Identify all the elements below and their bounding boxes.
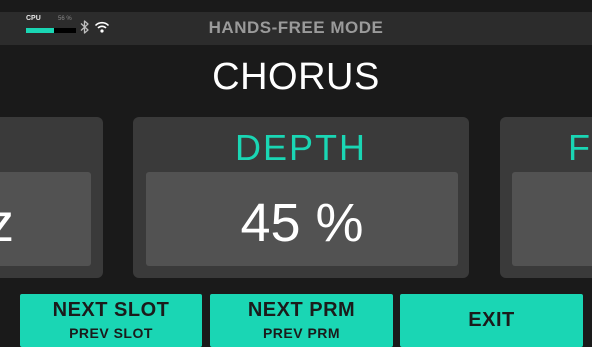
next-prm-label: NEXT PRM bbox=[247, 299, 356, 321]
current-parameter-value-box: 45 % bbox=[146, 172, 458, 266]
prev-prm-label: PREV PRM bbox=[262, 325, 341, 341]
current-parameter-value: 45 % bbox=[240, 193, 364, 253]
next-slot-button[interactable]: NEXT SLOT PREV SLOT bbox=[20, 294, 202, 347]
next-parameter-card[interactable]: F bbox=[500, 117, 592, 278]
exit-label: EXIT bbox=[468, 309, 515, 331]
hands-free-screen: CPU 56 % HANDS-FREE MODE CHORUS z DEPTH … bbox=[0, 0, 592, 347]
mode-title: HANDS-FREE MODE bbox=[208, 18, 384, 37]
status-bar: CPU 56 % HANDS-FREE MODE bbox=[0, 12, 592, 45]
effect-name: CHORUS bbox=[212, 56, 380, 98]
next-parameter-label: F bbox=[568, 127, 592, 168]
next-slot-label: NEXT SLOT bbox=[52, 299, 170, 321]
exit-button[interactable]: EXIT bbox=[400, 294, 583, 347]
next-parameter-value-box bbox=[512, 172, 592, 266]
previous-parameter-value-box: z bbox=[0, 172, 91, 266]
previous-parameter-value: z bbox=[0, 193, 14, 253]
previous-parameter-card[interactable]: z bbox=[0, 117, 103, 278]
current-parameter-label: DEPTH bbox=[234, 127, 367, 168]
current-parameter-card[interactable]: DEPTH 45 % bbox=[133, 117, 469, 278]
next-parameter-button[interactable]: NEXT PRM PREV PRM bbox=[210, 294, 393, 347]
prev-slot-label: PREV SLOT bbox=[69, 325, 153, 341]
